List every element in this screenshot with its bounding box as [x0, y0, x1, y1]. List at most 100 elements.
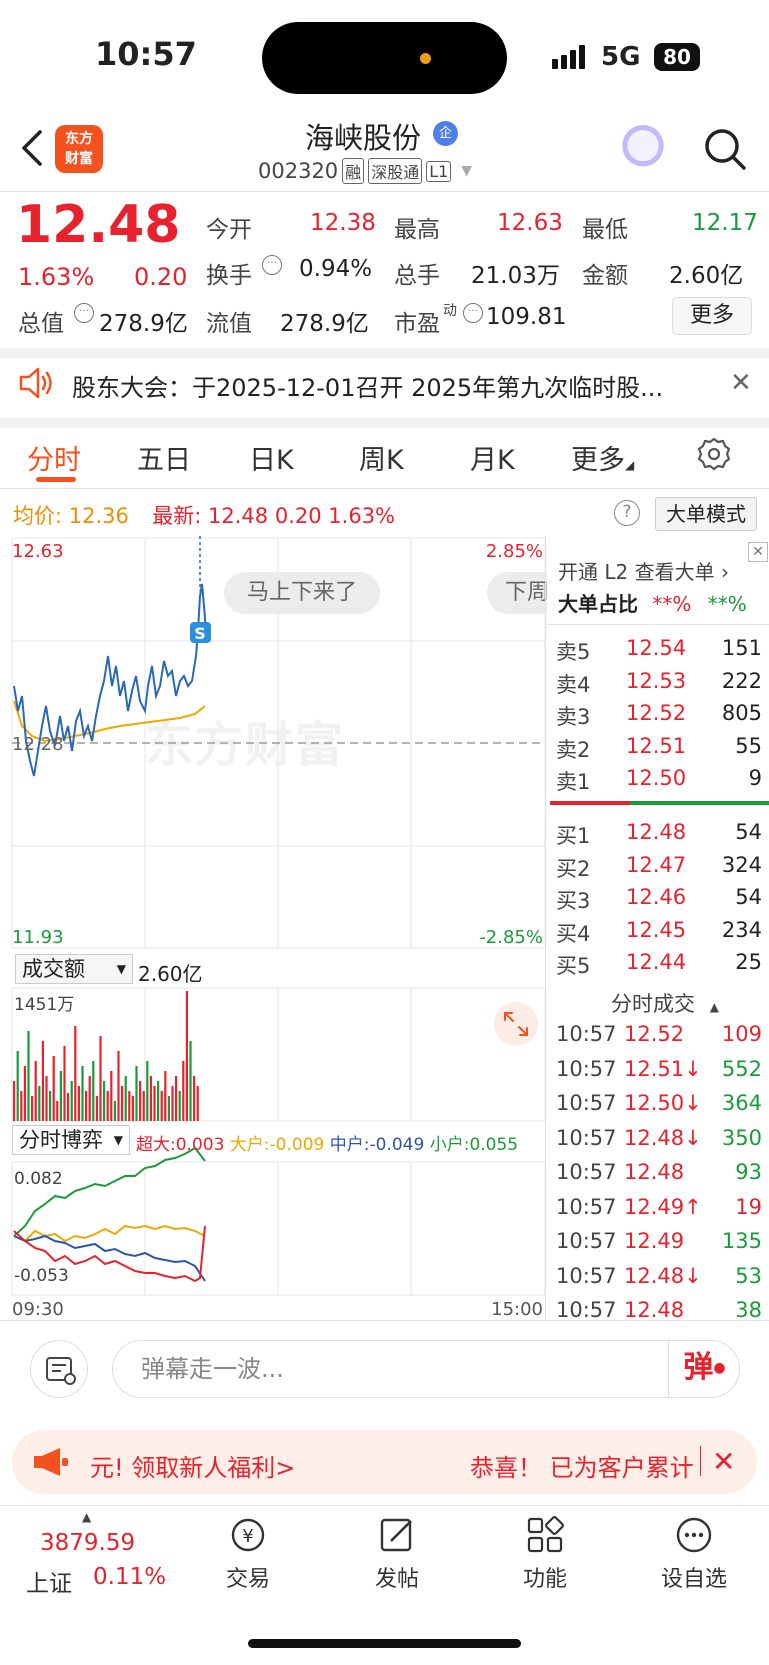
- volume-bar: [88, 1076, 91, 1121]
- legend-small-value: 0.055: [469, 1135, 519, 1155]
- pe-superscript: 动: [443, 303, 457, 319]
- caret-up-icon: ▲: [82, 1510, 92, 1524]
- index-pct[interactable]: 0.11%: [93, 1564, 166, 1590]
- battery-indicator: 80: [654, 43, 700, 71]
- trade-time: 10:57: [556, 1263, 617, 1288]
- volume-bar: [20, 1091, 23, 1121]
- tag-connect: 深股通: [368, 158, 423, 184]
- open-value: 12.38: [310, 210, 376, 236]
- volume-bar: [59, 1071, 62, 1121]
- latest-price-value: 12.48: [208, 504, 269, 528]
- barrage-toggle-button[interactable]: 弹●: [668, 1340, 740, 1398]
- nav-functions-label: 功能: [522, 1567, 567, 1592]
- volume-bar: [153, 1086, 156, 1121]
- pe-value: 109.81: [486, 304, 567, 330]
- trade-volume: 38: [735, 1298, 762, 1322]
- tab-five-day[interactable]: 五日: [137, 438, 191, 477]
- latest-pct: 1.63%: [328, 504, 396, 528]
- privacy-indicator-dot: [420, 53, 431, 64]
- volume-bar: [128, 1091, 131, 1121]
- nav-post[interactable]: 发帖: [342, 1515, 452, 1593]
- settings-icon[interactable]: [697, 437, 731, 471]
- search-icon[interactable]: [703, 127, 747, 171]
- promo-right-text[interactable]: 恭喜！ 已为客户累计: [470, 1448, 694, 1483]
- stock-sub-info[interactable]: 002320 融 深股通 L1 ▼: [258, 158, 472, 184]
- tag-level: L1: [426, 160, 452, 182]
- tab-more[interactable]: 更多◢: [571, 438, 634, 477]
- trade-price: 12.49↑: [624, 1194, 702, 1219]
- tab-daily-k[interactable]: 日K: [249, 438, 294, 477]
- barrage-bubble[interactable]: 马上下来了: [224, 572, 380, 614]
- megaphone-icon: [34, 1448, 68, 1476]
- game-selector[interactable]: 分时博弈 ▼: [12, 1125, 130, 1155]
- volume-bar: [13, 1081, 16, 1121]
- high-value: 12.63: [497, 210, 563, 236]
- l2-promo-link[interactable]: 开通 L2 查看大单 ›: [558, 556, 729, 585]
- ask-price: 12.54: [626, 636, 687, 660]
- grid-icon: [527, 1516, 564, 1553]
- chart-bottom-divider: [0, 1320, 769, 1321]
- tab-intraday[interactable]: 分时: [27, 438, 81, 477]
- volume-selector[interactable]: 成交额 ▼: [15, 954, 133, 984]
- nav-trade[interactable]: ¥ 交易: [193, 1515, 303, 1593]
- volume-bar: [117, 1051, 120, 1121]
- index-name[interactable]: 上证: [26, 1564, 72, 1598]
- volume-bar: [193, 1076, 196, 1121]
- big-ratio-label: 大单占比: [558, 592, 638, 616]
- info-icon[interactable]: ···: [463, 303, 483, 323]
- promo-left-text[interactable]: 元! 领取新人福利>: [90, 1448, 295, 1483]
- pe-label: 市盈: [394, 311, 440, 337]
- volume-bar: [113, 1101, 116, 1121]
- close-icon[interactable]: ✕: [712, 1445, 735, 1478]
- float-cap-value: 278.9亿: [280, 311, 369, 337]
- close-icon[interactable]: ✕: [748, 542, 768, 562]
- intraday-chart[interactable]: S 12.63 2.85% 12.28 11.93 -2.85% 1451万 0…: [0, 536, 545, 1321]
- volume-bar: [189, 1041, 192, 1121]
- help-icon[interactable]: ?: [614, 500, 640, 526]
- back-icon[interactable]: [18, 128, 48, 168]
- index-value[interactable]: 3879.59: [40, 1530, 135, 1556]
- barrage-input[interactable]: 弹幕走一波...: [112, 1340, 740, 1398]
- ask-level: 卖3: [556, 705, 591, 729]
- volume-bar: [167, 1096, 170, 1121]
- ask-price: 12.53: [626, 668, 687, 693]
- legend-medium-label: 中户:: [329, 1135, 370, 1155]
- volume-bar: [56, 1101, 59, 1121]
- bid-level: 买2: [556, 856, 591, 881]
- expand-button: [494, 1002, 538, 1046]
- latest-price-label: 最新:: [152, 504, 202, 528]
- assistant-robot-icon[interactable]: [620, 125, 666, 171]
- dropdown-caret-icon: ▼: [461, 163, 473, 179]
- bid-price: 12.45: [626, 917, 687, 942]
- notice-text[interactable]: 股东大会：于2025-12-01召开 2025年第九次临时股...: [72, 368, 702, 403]
- volume-bar: [45, 1076, 48, 1121]
- ask-volume: 151: [721, 636, 762, 660]
- tag-margin: 融: [342, 158, 365, 184]
- ask-volume: 222: [721, 668, 762, 693]
- nav-functions[interactable]: 功能: [490, 1515, 600, 1593]
- big-order-mode-button[interactable]: 大单模式: [655, 497, 757, 531]
- game-legend: 超大:0.003 大户:-0.009 中户:-0.049 小户:0.055: [136, 1130, 518, 1155]
- volume-bar: [131, 1096, 134, 1121]
- barrage-bubble[interactable]: 下周: [487, 572, 547, 614]
- volume-bar: [103, 1081, 106, 1121]
- tab-weekly-k[interactable]: 周K: [359, 438, 404, 477]
- tab-monthly-k[interactable]: 月K: [470, 438, 515, 477]
- legend-super-large-label: 超大:: [136, 1135, 176, 1155]
- volume-bar: [81, 1066, 84, 1121]
- more-quote-button[interactable]: 更多: [672, 297, 752, 335]
- info-icon[interactable]: ···: [74, 303, 94, 323]
- bid-level: 买5: [556, 954, 591, 978]
- legend-large-label: 大户:: [229, 1135, 270, 1155]
- volume-bar: [106, 1091, 109, 1121]
- comment-list-button[interactable]: [30, 1340, 88, 1398]
- ask-price: 12.51: [626, 733, 687, 758]
- bid-price: 12.46: [626, 885, 687, 909]
- y-max-label: 12.63: [12, 541, 64, 562]
- trade-volume: 19: [735, 1194, 762, 1219]
- close-icon[interactable]: ✕: [730, 368, 752, 398]
- trade-price: 12.48↓: [624, 1125, 702, 1150]
- nav-watchlist[interactable]: 设自选: [639, 1515, 749, 1593]
- info-icon[interactable]: ···: [262, 255, 282, 275]
- volume-bar: [142, 1091, 145, 1121]
